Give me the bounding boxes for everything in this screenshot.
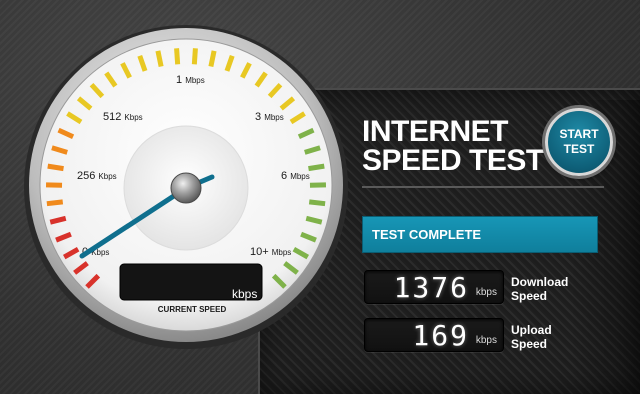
gauge-scale-unit: Kbps [124,113,142,122]
gauge-tick [308,163,325,172]
start-test-button[interactable]: START TEST [545,108,613,176]
app-title: INTERNET SPEED TEST [362,115,544,177]
status-bar: TEST COMPLETE [362,216,598,253]
download-label-line-2: Speed [511,289,548,303]
gauge-scale-label: 3 Mbps [255,111,284,123]
gauge-tick [191,48,198,65]
gauge-scale-label: 1 Mbps [176,74,205,86]
download-value: 1376 [393,271,469,304]
gauge-scale-unit: Mbps [272,248,292,257]
upload-unit: kbps [475,335,497,346]
upload-label-line-2: Speed [511,337,548,351]
gauge-tick [46,199,64,207]
title-line-1: INTERNET [362,115,508,148]
start-button-line-2: TEST [563,142,595,156]
download-label: Download Speed [511,275,568,303]
gauge-scale-value: 1 [176,74,185,86]
upload-readout: 169 kbps [364,318,504,352]
download-unit: kbps [475,287,497,298]
status-text: TEST COMPLETE [372,227,482,242]
upload-label: Upload Speed [511,323,552,351]
gauge-tick [308,199,326,207]
current-speed-unit: kbps [232,287,257,301]
gauge-tick [155,50,164,68]
gauge-scale-unit: Mbps [264,113,284,122]
gauge-scale-label: 256 Kbps [77,170,117,182]
gauge-scale-unit: Mbps [185,76,205,85]
gauge-tick [47,163,64,172]
gauge-scale-unit: Kbps [98,172,116,181]
gauge-scale-label: 512 Kbps [103,111,143,123]
title-divider [362,186,604,188]
gauge-scale-value: 10+ [250,246,272,258]
gauge-tick [174,48,181,65]
start-button-line-1: START [559,127,599,141]
upload-value: 169 [412,319,469,352]
gauge-scale-value: 512 [103,111,124,123]
gauge-scale-value: 256 [77,170,98,182]
upload-label-line-1: Upload [511,323,552,337]
gauge-scale-label: 10+ Mbps [250,246,291,258]
gauge-hub [170,172,202,204]
download-label-line-1: Download [511,275,569,289]
gauge-tick [208,50,217,68]
download-readout: 1376 kbps [364,270,504,304]
gauge-scale-unit: Mbps [290,172,310,181]
title-line-2: SPEED TEST [362,144,544,177]
gauge-scale-value: 6 [281,170,290,182]
current-speed-label: CURRENT SPEED [158,305,227,314]
gauge-scale-label: 6 Mbps [281,170,310,182]
gauge-scale-value: 3 [255,111,264,123]
